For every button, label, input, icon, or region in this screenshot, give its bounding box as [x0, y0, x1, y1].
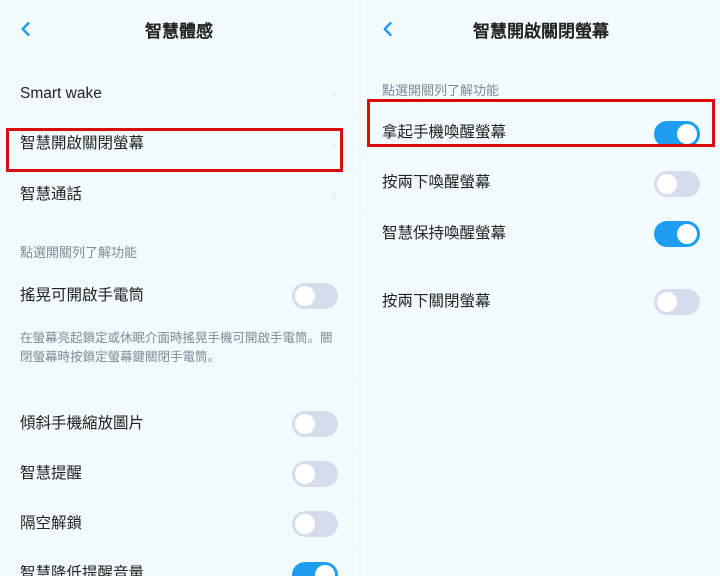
- row-label: 按兩下關閉螢幕: [382, 292, 491, 312]
- row-label: 搖晃可開啟手電筒: [20, 286, 144, 306]
- row-description: 在螢幕亮起鎖定或休眠介面時搖晃手機可開啟手電筒。關閉螢幕時按鎖定螢幕鍵關閉手電筒…: [0, 321, 358, 382]
- row-label: 按兩下喚醒螢幕: [382, 173, 491, 193]
- screen-smart-motion: 智慧體感 Smart wake 智慧開啟關閉螢幕 智慧通話 點選開關列了解功能 …: [0, 0, 358, 576]
- chevron-right-icon: [330, 188, 338, 202]
- section-hint: 點選開關列了解功能: [362, 58, 720, 109]
- row-double-tap-wake[interactable]: 按兩下喚醒螢幕: [362, 159, 720, 209]
- row-label: 拿起手機喚醒螢幕: [382, 123, 506, 143]
- page-title: 智慧開啟關閉螢幕: [473, 17, 609, 42]
- toggle-smart-volume[interactable]: [292, 562, 338, 576]
- row-raise-to-wake[interactable]: 拿起手機喚醒螢幕: [362, 109, 720, 159]
- toggle-shake-flashlight[interactable]: [292, 283, 338, 309]
- row-smart-remind[interactable]: 智慧提醒: [0, 450, 358, 500]
- back-icon[interactable]: [378, 19, 398, 39]
- section-hint: 點選開關列了解功能: [0, 220, 358, 271]
- toggle-air-unlock[interactable]: [292, 511, 338, 537]
- row-smart-screen[interactable]: 智慧開啟關閉螢幕: [0, 120, 358, 170]
- row-label: Smart wake: [20, 84, 102, 104]
- toggle-smart-remind[interactable]: [292, 461, 338, 487]
- chevron-right-icon: [330, 88, 338, 102]
- page-title: 智慧體感: [145, 17, 213, 42]
- row-label: 智慧開啟關閉螢幕: [20, 134, 144, 154]
- row-tilt-zoom[interactable]: 傾斜手機縮放圖片: [0, 400, 358, 450]
- toggle-double-tap-wake[interactable]: [654, 171, 700, 197]
- chevron-right-icon: [330, 138, 338, 152]
- row-label: 智慧降低提醒音量: [20, 564, 144, 576]
- row-label: 傾斜手機縮放圖片: [20, 414, 144, 434]
- row-label: 隔空解鎖: [20, 514, 82, 534]
- row-label: 智慧保持喚醒螢幕: [382, 224, 506, 244]
- row-label: 智慧通話: [20, 185, 82, 205]
- row-smart-volume[interactable]: 智慧降低提醒音量: [0, 550, 358, 576]
- row-smart-wake[interactable]: Smart wake: [0, 70, 358, 120]
- toggle-tilt-zoom[interactable]: [292, 411, 338, 437]
- row-label: 智慧提醒: [20, 464, 82, 484]
- row-smart-call[interactable]: 智慧通話: [0, 170, 358, 220]
- toggle-smart-keep-awake[interactable]: [654, 221, 700, 247]
- screen-smart-screen-onoff: 智慧開啟關閉螢幕 點選開關列了解功能 拿起手機喚醒螢幕 按兩下喚醒螢幕 智慧保持…: [362, 0, 720, 576]
- row-air-unlock[interactable]: 隔空解鎖: [0, 500, 358, 550]
- toggle-double-tap-off[interactable]: [654, 289, 700, 315]
- toggle-raise-to-wake[interactable]: [654, 121, 700, 147]
- header: 智慧體感: [0, 0, 358, 58]
- row-double-tap-off[interactable]: 按兩下關閉螢幕: [362, 277, 720, 327]
- row-smart-keep-awake[interactable]: 智慧保持喚醒螢幕: [362, 209, 720, 259]
- header: 智慧開啟關閉螢幕: [362, 0, 720, 58]
- row-shake-flashlight[interactable]: 搖晃可開啟手電筒: [0, 271, 358, 321]
- back-icon[interactable]: [16, 19, 36, 39]
